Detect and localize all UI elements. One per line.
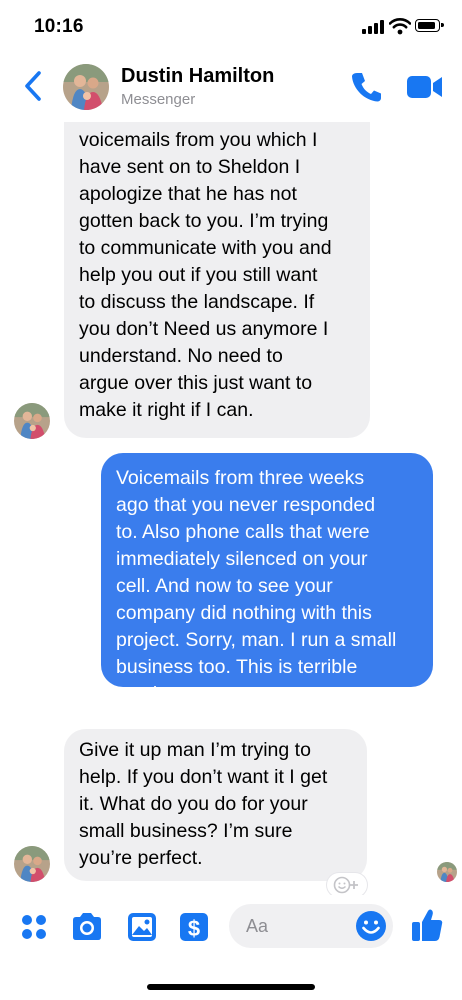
emoji-button[interactable] [355,910,387,942]
message-composer: $ [0,895,462,960]
home-indicator[interactable] [147,984,315,990]
camera-icon [73,913,101,940]
payment-icon: $ [180,913,208,941]
chevron-left-icon [25,71,41,101]
call-button[interactable] [350,70,382,104]
contact-name[interactable]: Dustin Hamilton [121,65,274,88]
more-actions-button[interactable] [16,909,52,945]
wifi-icon [389,18,411,35]
signal-icon [362,20,384,34]
gallery-button[interactable] [124,909,160,945]
back-button[interactable] [18,66,50,106]
status-bar: 10:16 [0,0,462,52]
incoming-message[interactable]: I have received two voicemails from you … [64,122,370,438]
outgoing-message[interactable]: Voicemails from three weeks ago that you… [101,453,433,705]
sender-avatar[interactable] [14,403,50,439]
thumbs-up-icon [412,909,443,941]
camera-button[interactable] [69,909,105,945]
incoming-message[interactable]: Give it up man I’m trying to help. If yo… [64,729,367,881]
payment-button[interactable]: $ [176,909,212,945]
contact-subtitle: Messenger [121,91,196,108]
like-button[interactable] [410,907,444,943]
emoji-icon [356,911,386,941]
seen-indicator-avatar [437,862,457,882]
add-reaction-icon [333,876,358,894]
sender-avatar[interactable] [14,846,50,882]
video-call-button[interactable] [406,72,444,102]
message-list[interactable]: I have received two voicemails from you … [0,122,462,895]
video-camera-icon [407,76,442,98]
add-reaction-button[interactable] [327,873,367,895]
status-time: 10:16 [34,16,84,37]
contact-avatar[interactable] [63,64,109,110]
image-icon [128,913,156,941]
more-icon [22,915,46,939]
battery-icon [415,19,444,32]
phone-icon [352,73,381,102]
conversation-header: Dustin Hamilton Messenger [0,52,462,122]
svg-text:$: $ [188,916,200,941]
